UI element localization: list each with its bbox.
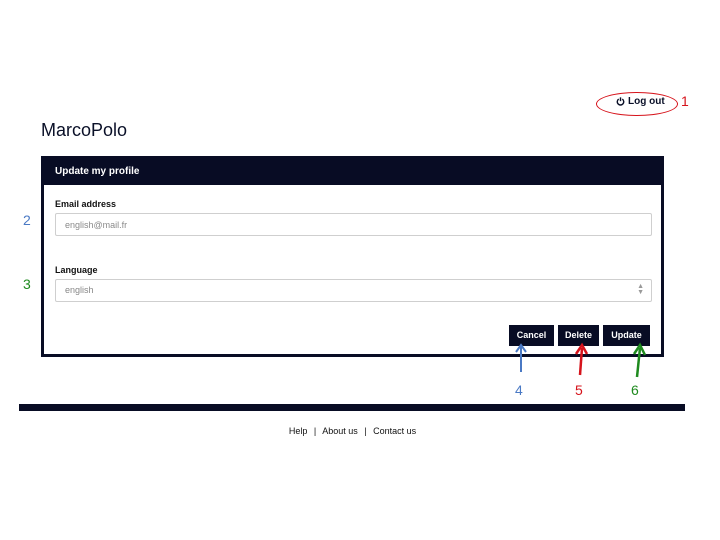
footer-separator: | [364,426,367,436]
annotation-arrow-blue [515,343,527,372]
annotation-arrows [515,342,647,378]
help-link[interactable]: Help [289,426,308,436]
footer-separator: | [313,426,317,436]
annotation-arrow-red [574,342,589,376]
annotation-number-5: 5 [575,382,583,398]
footer-bar [19,404,685,411]
annotation-number-4: 4 [515,382,523,398]
footer-links: Help | About us | Contact us [0,426,705,436]
annotation-number-6: 6 [631,382,639,398]
contact-us-link[interactable]: Contact us [373,426,416,436]
annotation-arrow-green [632,342,647,378]
about-us-link[interactable]: About us [322,426,358,436]
